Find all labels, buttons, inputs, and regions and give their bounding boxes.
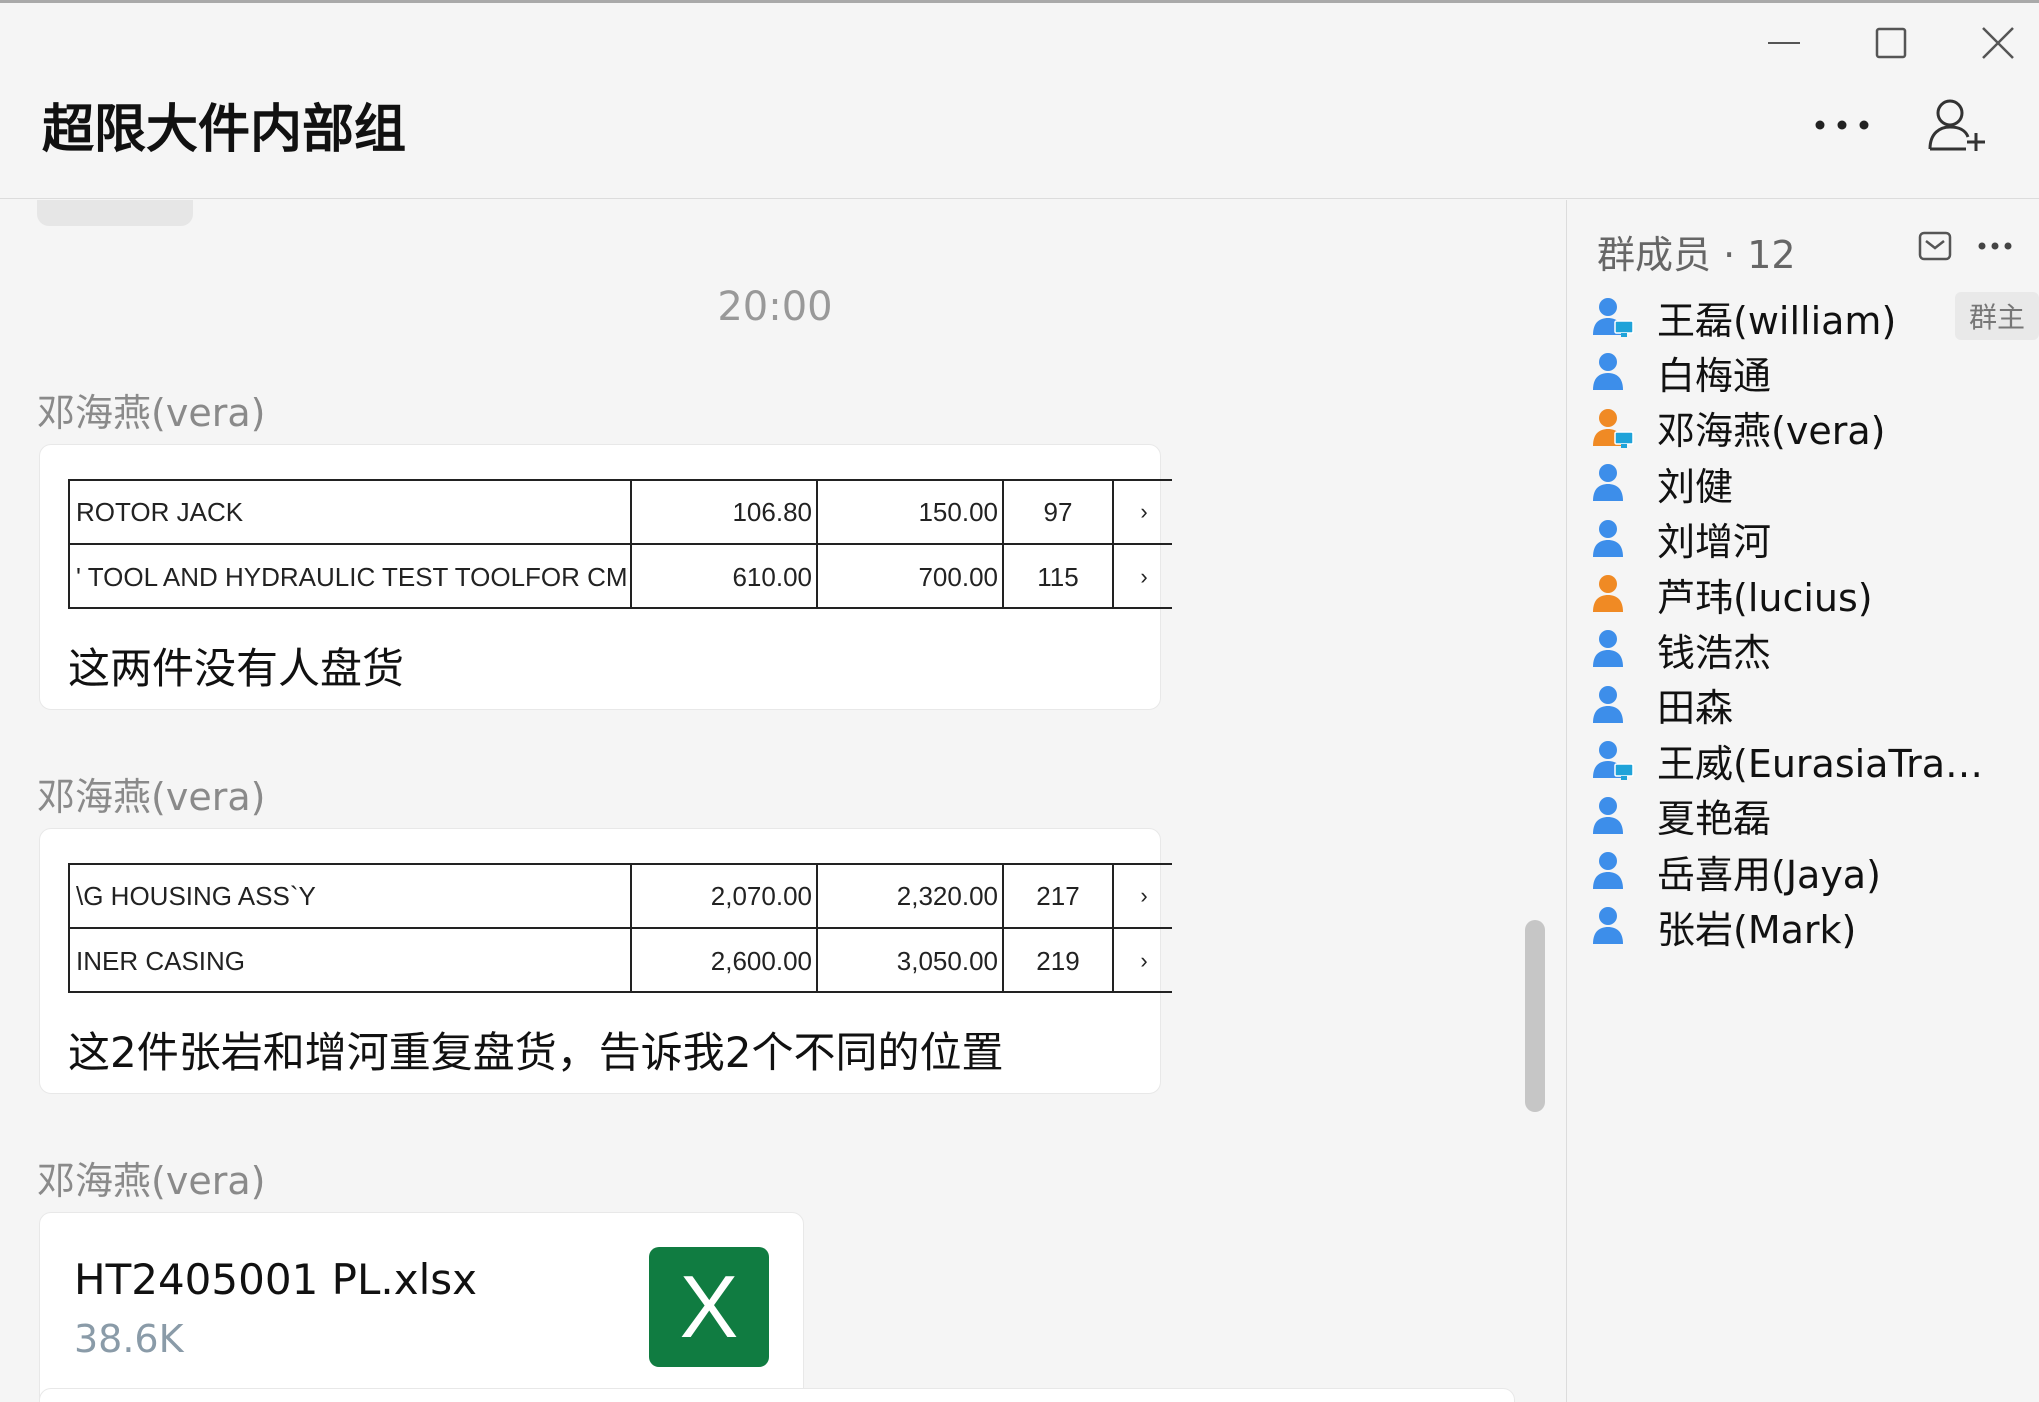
member-item[interactable]: 夏艳磊 [1591,785,2031,847]
member-name: 刘增河 [1657,520,1772,565]
member-item[interactable]: 刘健 [1591,452,2031,514]
message-sender[interactable]: 邓海燕(vera) [37,1150,265,1205]
message-bubble[interactable]: \G HOUSING ASS`Y 2,070.00 2,320.00 217 ›… [39,828,1172,1094]
member-name: 刘健 [1657,464,1734,509]
minimize-icon [1768,42,1800,44]
member-name: 邓海燕(vera) [1657,409,1886,454]
maximize-button[interactable] [1863,21,1919,65]
user-pc-icon [1593,298,1634,337]
group-title: 超限大件内部组 [42,100,407,160]
excel-icon: X [649,1247,769,1367]
table-row: ' TOOL AND HYDRAULIC TEST TOOLFOR CMV 61… [70,545,1172,607]
user-icon [1593,852,1623,889]
member-name: 张岩(Mark) [1657,907,1857,952]
next-message-bubble [39,1388,1515,1402]
message-sender[interactable]: 邓海燕(vera) [37,766,265,821]
member-item[interactable]: 张岩(Mark) [1591,895,2031,957]
member-item[interactable]: 岳喜用(Jaya) [1591,840,2031,902]
table-cell: 219 [1002,929,1112,991]
more-dots-icon [1815,120,1869,130]
add-user-icon [1928,99,1985,151]
member-name: 白梅通 [1657,353,1772,398]
message-bubble[interactable]: ROTOR JACK 106.80 150.00 97 › ' TOOL AND… [39,444,1172,710]
user-icon [1593,519,1623,557]
table-cell: 2,070.00 [630,865,816,927]
table-screenshot-image[interactable]: ROTOR JACK 106.80 150.00 97 › ' TOOL AND… [68,479,1172,609]
member-item[interactable]: 邓海燕(vera) [1591,397,2031,459]
member-name: 岳喜用(Jaya) [1657,852,1881,897]
member-name: 钱浩杰 [1657,630,1772,675]
table-cell: › [1112,545,1172,607]
maximize-icon [1875,27,1907,59]
user-pc-icon [1593,741,1634,781]
member-item[interactable]: 刘增河 [1591,508,2031,570]
member-item[interactable]: 芦玮(lucius) [1591,563,2031,625]
table-cell: 2,600.00 [630,929,816,991]
file-attachment-card[interactable]: HT2405001 PL.xlsx 38.6K X [39,1212,804,1402]
owner-badge: 群主 [1955,292,2039,340]
member-name: 芦玮(lucius) [1657,575,1873,620]
group-members-panel: 群成员 · 12 王磊(william) 群主白梅通邓海燕(vera) 刘健刘增河芦… [1566,200,2039,1402]
table-screenshot-image[interactable]: \G HOUSING ASS`Y 2,070.00 2,320.00 217 ›… [68,863,1172,993]
member-item[interactable]: 田森 [1591,674,2031,736]
user-pc-icon [1593,408,1634,448]
members-count-title: 群成员 · 12 [1597,233,1796,277]
table-cell: 97 [1002,481,1112,543]
user-icon [1593,353,1623,391]
add-member-button[interactable] [1920,87,1996,163]
table-cell: › [1112,481,1172,543]
table-cell: 700.00 [816,545,1002,607]
member-name: 王威(EurasiaTransp... [1657,741,2007,786]
message-text: 这两件没有人盘货 [68,644,405,693]
member-item[interactable]: 王威(EurasiaTransp... [1591,729,2031,791]
table-cell: 115 [1002,545,1112,607]
chat-scrollbar-thumb[interactable] [1525,920,1545,1112]
table-cell: › [1112,929,1172,991]
more-dots-icon [1978,242,2012,250]
user-icon [1593,685,1623,723]
more-options-button[interactable] [1804,87,1880,163]
member-item[interactable]: 钱浩杰 [1591,618,2031,680]
table-cell: 3,050.00 [816,929,1002,991]
table-cell: › [1112,865,1172,927]
table-cell: INER CASING [76,945,246,976]
table-row: INER CASING 2,600.00 3,050.00 219 › [70,929,1172,991]
table-cell: 217 [1002,865,1112,927]
mail-icon [1918,231,1952,261]
table-cell: 150.00 [816,481,1002,543]
member-name: 田森 [1657,686,1734,731]
table-row: ROTOR JACK 106.80 150.00 97 › [70,481,1172,545]
table-cell: ROTOR JACK [76,496,244,527]
table-cell: ' TOOL AND HYDRAULIC TEST TOOLFOR CMV [76,561,628,592]
message-text: 这2件张岩和增河重复盘货，告诉我2个不同的位置 [68,1028,1004,1077]
table-cell: 610.00 [630,545,816,607]
user-icon [1593,630,1623,668]
close-icon [1982,27,2014,59]
file-size: 38.6K [74,1317,184,1361]
table-cell: 2,320.00 [816,865,1002,927]
members-more-button[interactable] [1973,224,2017,268]
chat-header: 超限大件内部组 [0,3,2039,199]
table-cell: 106.80 [630,481,816,543]
file-name: HT2405001 PL.xlsx [74,1255,477,1304]
user-icon [1593,796,1623,834]
close-button[interactable] [1970,21,2026,65]
table-row: \G HOUSING ASS`Y 2,070.00 2,320.00 217 › [70,865,1172,929]
member-name: 夏艳磊 [1657,797,1772,842]
table-cell: \G HOUSING ASS`Y [76,880,316,911]
message-sender[interactable]: 邓海燕(vera) [37,382,265,437]
message-timestamp: 20:00 [717,284,833,330]
minimize-button[interactable] [1756,21,1812,65]
user-icon [1593,464,1623,502]
chat-messages-area[interactable]: 20:00 邓海燕(vera) ROTOR JACK 106.80 150.00… [0,200,1566,1402]
previous-message-bubble [37,200,193,226]
user-icon [1593,907,1623,945]
member-item[interactable]: 白梅通 [1591,341,2031,403]
group-notice-button[interactable] [1913,224,1957,268]
member-item[interactable]: 王磊(william) 群主 [1591,286,2039,348]
member-name: 王磊(william) [1657,298,1897,343]
user-icon [1593,575,1623,612]
